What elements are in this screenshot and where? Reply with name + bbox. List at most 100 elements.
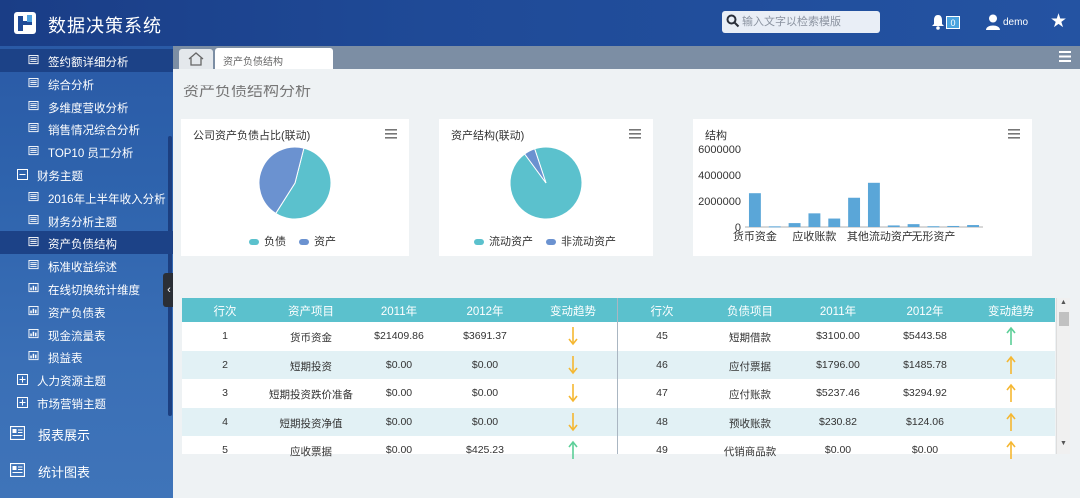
arrow-up-icon <box>1006 412 1016 431</box>
column-header[interactable]: 行次 <box>182 303 268 319</box>
sidebar-item-label: 损益表 <box>48 353 83 366</box>
notification-bell-icon[interactable] <box>930 14 946 30</box>
bar[interactable] <box>907 224 920 227</box>
table-row[interactable]: 48 预收账款 $230.82 $124.06 <box>618 407 1055 436</box>
legend-item-current-assets[interactable]: 流动资产 <box>474 233 533 249</box>
sidebar-item-label: 销售情况综合分析 <box>48 125 140 138</box>
table-cell: 1 <box>222 330 228 342</box>
sidebar-section[interactable]: 统计图表 <box>0 455 173 485</box>
pie-chart-asset-structure[interactable] <box>508 145 584 221</box>
home-icon[interactable] <box>188 52 204 66</box>
sidebar-section[interactable]: 报表展示 <box>0 418 173 448</box>
table-cell: 应收票据 <box>290 446 332 458</box>
arrow-up-icon <box>1006 355 1016 374</box>
scroll-up-arrow-icon[interactable]: ▲ <box>1060 299 1067 306</box>
sidebar-item[interactable]: 标准收益综述 <box>0 254 173 277</box>
sidebar-item[interactable]: 损益表 <box>0 345 173 368</box>
sidebar-item[interactable]: 在线切换统计维度 <box>0 277 173 300</box>
sidebar-item-label: 在线切换统计维度 <box>48 285 140 297</box>
bar[interactable] <box>808 213 821 227</box>
table-cell: 49 <box>656 444 668 456</box>
table-cell: 4 <box>222 415 228 428</box>
table-row[interactable]: 46 应付票据 $1796.00 $1485.78 <box>618 350 1055 379</box>
sidebar-item[interactable]: 现金流量表 <box>0 323 173 346</box>
table-cell: 应付账款 <box>729 389 771 401</box>
app-logo-icon <box>14 12 36 34</box>
column-header[interactable]: 2011年 <box>794 303 882 319</box>
table-row[interactable]: 3 短期投资跌价准备 $0.00 $0.00 <box>182 379 617 407</box>
column-header[interactable]: 行次 <box>618 303 706 319</box>
legend-item-liability[interactable]: 负债 <box>249 233 286 249</box>
search-icon[interactable] <box>726 14 740 28</box>
table-row[interactable]: 45 短期借款 $3100.00 $5443.58 <box>618 322 1055 350</box>
sidebar-item[interactable]: 市场营销主题 <box>0 391 173 414</box>
table-icon <box>28 260 39 270</box>
legend-item-noncurrent-assets[interactable]: 非流动资产 <box>546 233 616 249</box>
column-header[interactable]: 2012年 <box>442 303 528 319</box>
table-cell: $0.00 <box>385 415 413 428</box>
sidebar-item[interactable]: 多维度营收分析 <box>0 95 173 118</box>
table-row[interactable]: 2 短期投资 $0.00 $0.00 <box>182 350 617 379</box>
bar[interactable] <box>887 225 900 227</box>
column-header[interactable]: 变动趋势 <box>530 303 616 319</box>
legend-item-asset[interactable]: 资产 <box>299 233 336 249</box>
search-box[interactable] <box>722 11 880 33</box>
sidebar-item-label: 现金流量表 <box>48 330 106 343</box>
sidebar-item[interactable]: 销售情况综合分析 <box>0 117 173 140</box>
column-header[interactable]: 2011年 <box>356 303 442 319</box>
scrollbar-thumb[interactable] <box>1059 312 1069 326</box>
table-cell: 预收账款 <box>729 417 771 430</box>
notification-badge[interactable]: 0 <box>946 16 960 29</box>
bar[interactable] <box>748 193 761 227</box>
chart-menu-icon[interactable] <box>629 129 641 139</box>
bar[interactable] <box>788 223 801 227</box>
sidebar-item[interactable]: 综合分析 <box>0 72 173 95</box>
sidebar-item[interactable]: 资产负债结构 <box>0 231 173 255</box>
bar[interactable] <box>967 225 980 227</box>
legend-marker <box>299 239 309 246</box>
scroll-down-arrow-icon[interactable]: ▼ <box>1060 440 1067 447</box>
arrow-down-icon <box>568 412 578 431</box>
sidebar-item[interactable]: 2016年上半年收入分析 <box>0 186 173 209</box>
bar[interactable] <box>947 225 960 227</box>
tab-menu-icon[interactable] <box>1059 51 1071 62</box>
chart-menu-icon[interactable] <box>1008 129 1020 139</box>
column-header[interactable]: 变动趋势 <box>968 303 1054 319</box>
table-cell: $0.00 <box>385 444 413 456</box>
sidebar-item[interactable]: TOP10 员工分析 <box>0 140 173 163</box>
column-header[interactable]: 负债项目 <box>706 303 794 319</box>
table-row[interactable]: 4 短期投资净值 $0.00 $0.00 <box>182 407 617 436</box>
chart-menu-icon[interactable] <box>385 129 397 139</box>
sidebar-item[interactable]: 资产负债表 <box>0 300 173 323</box>
sidebar-item[interactable]: 财务分析主题 <box>0 209 173 232</box>
pie-chart-asset-liability[interactable] <box>257 145 333 221</box>
sidebar-item[interactable]: 签约额详细分析 <box>0 49 173 72</box>
bar[interactable] <box>927 226 940 228</box>
table-scrollbar[interactable]: ▲ ▼ <box>1056 298 1070 454</box>
bar[interactable] <box>768 226 781 228</box>
bar[interactable] <box>867 182 880 227</box>
table-cell: 短期投资 <box>290 360 332 373</box>
table-row[interactable]: 5 应收票据 $0.00 $425.23 <box>182 436 617 464</box>
table-icon <box>28 214 39 224</box>
bar[interactable] <box>828 218 841 227</box>
sidebar-item-label: 财务分析主题 <box>48 216 117 229</box>
table-row[interactable]: 49 代销商品款 $0.00 $0.00 <box>618 436 1055 464</box>
table-row[interactable]: 1 货币资金 $21409.86 $3691.37 <box>182 322 617 350</box>
table-icon <box>28 191 39 201</box>
column-header[interactable]: 2012年 <box>882 303 968 319</box>
home-tab[interactable] <box>179 49 213 69</box>
x-tick-label: 应收账款 <box>792 229 836 243</box>
favorite-star-icon[interactable]: ★ <box>1050 12 1067 32</box>
username[interactable]: demo <box>1003 17 1028 28</box>
bar-chart-structure[interactable]: 0200000040000006000000货币资金 应收账款 其他流动资产无形资产 <box>693 143 1032 253</box>
table-row[interactable]: 47 应付账款 $5237.46 $3294.92 <box>618 379 1055 407</box>
user-icon[interactable] <box>986 14 1000 30</box>
bar[interactable] <box>848 197 861 227</box>
column-header[interactable]: 资产项目 <box>268 303 354 319</box>
sidebar-item[interactable]: 人力资源主题 <box>0 368 173 391</box>
chart-title: 公司资产负债占比(联动) <box>193 130 311 142</box>
search-input[interactable] <box>742 13 876 31</box>
sidebar-item[interactable]: 财务主题 <box>0 163 173 186</box>
tab-active-page[interactable]: 资产负债结构 <box>215 48 333 69</box>
